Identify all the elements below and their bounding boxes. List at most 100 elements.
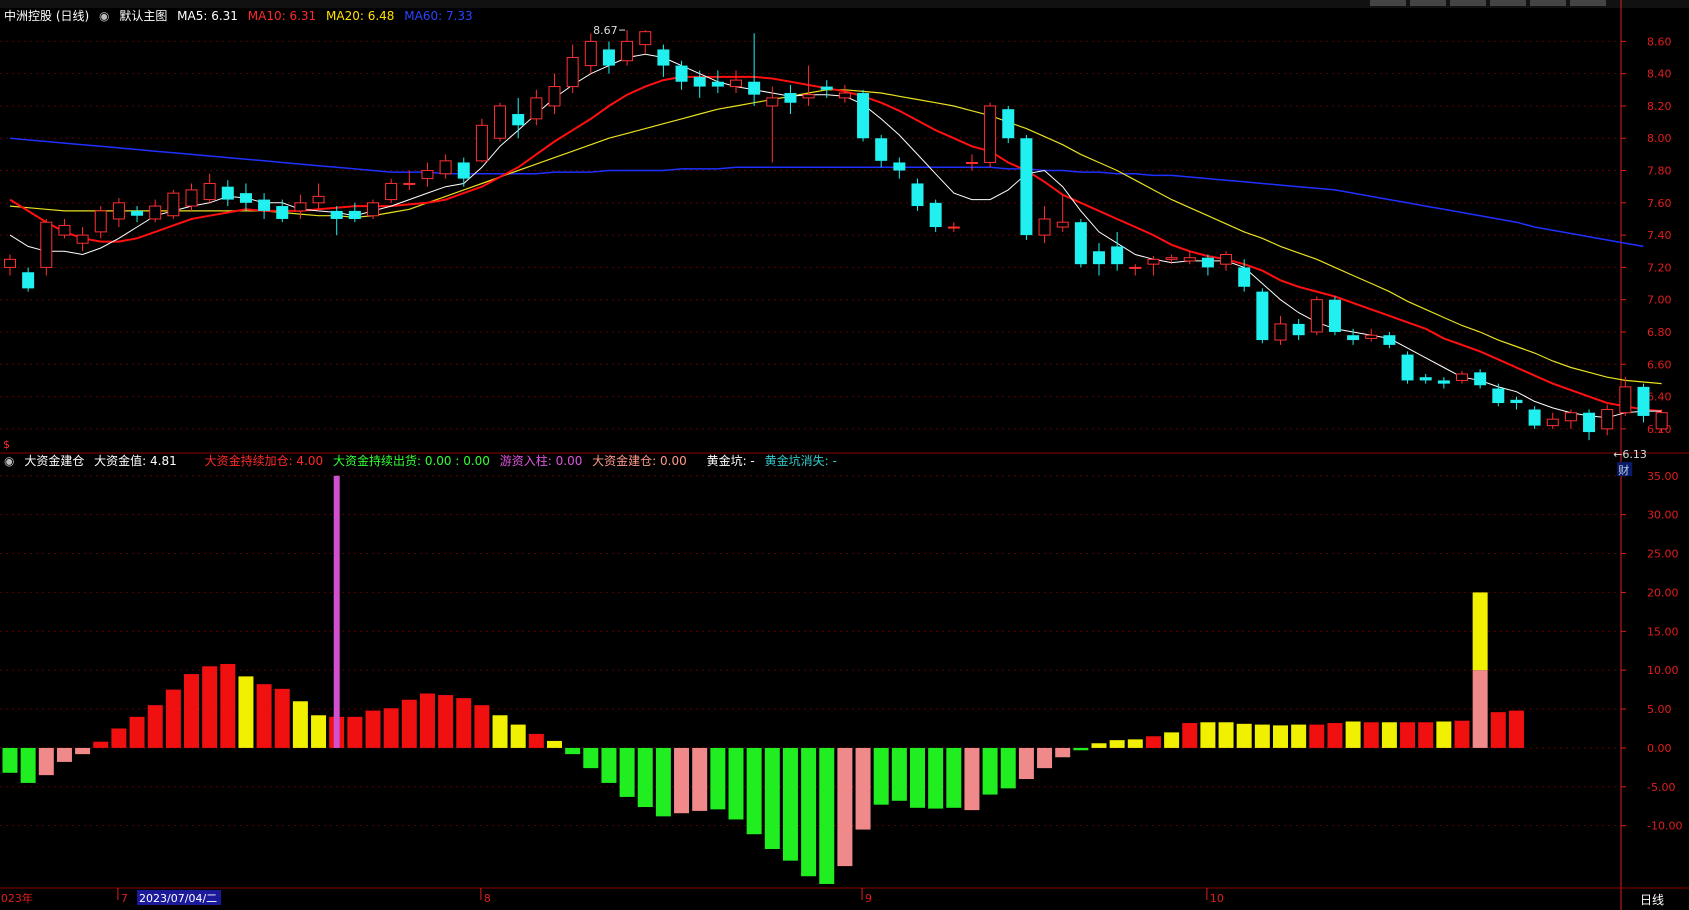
candle-body [693, 76, 706, 87]
candle-body [403, 182, 416, 185]
candle-body [239, 193, 252, 203]
stock-title[interactable]: 中洲控股 (日线) [4, 9, 89, 23]
indicator-bar [819, 747, 835, 884]
candle-body [330, 210, 343, 219]
candle-body [294, 202, 307, 212]
price-tick-label: 6.60 [1647, 358, 1672, 371]
candle-body [584, 40, 597, 67]
indicator-bar [1273, 725, 1288, 748]
candle-body [348, 210, 361, 219]
indicator-bar [1018, 747, 1034, 780]
price-tick-label: 7.00 [1647, 294, 1672, 307]
candle [1020, 135, 1033, 240]
candle-body [911, 183, 924, 207]
candle-body [1401, 354, 1414, 381]
candle-body [1020, 138, 1033, 236]
indicator-bar [1037, 747, 1053, 769]
candle-body [1510, 399, 1523, 404]
candle [1383, 331, 1396, 349]
sub-tick-label: -10.00 [1647, 820, 1682, 833]
candle [1528, 406, 1541, 429]
candle [367, 199, 379, 219]
indicator-bar [1055, 747, 1071, 758]
candle-body [1347, 335, 1360, 341]
candle-body [947, 226, 960, 229]
candle [4, 254, 16, 276]
candle-body [766, 97, 779, 107]
candle [58, 218, 71, 239]
candle-body [1147, 258, 1160, 265]
candle [947, 222, 960, 232]
candle [494, 102, 507, 142]
indicator-bar [365, 710, 381, 748]
candle-body [929, 202, 942, 228]
candle-body [149, 205, 162, 220]
candle-body [1564, 412, 1577, 422]
candle [548, 73, 561, 115]
candle [1474, 369, 1487, 389]
candle [1492, 383, 1505, 407]
sub-tick-label: -5.00 [1647, 781, 1675, 794]
indicator-bar [1418, 722, 1434, 748]
candle [112, 197, 125, 228]
ma5-label: MA5: 6.31 [177, 9, 238, 23]
indicator-bar [674, 747, 690, 814]
candle-body [131, 210, 144, 216]
indicator-bar [202, 666, 218, 748]
candle [965, 154, 978, 171]
indicator-bar [1218, 722, 1234, 748]
sub-legend: ◉ 大资金建仓 大资金值: 4.81 大资金持续加仓: 4.00 大资金持续出货… [4, 454, 843, 468]
candle [530, 89, 543, 126]
candle [421, 162, 434, 187]
candle-body [1038, 218, 1051, 236]
high-label: 8.67 [593, 24, 618, 37]
indicator-bar [129, 716, 145, 748]
indicator-bar [764, 747, 780, 850]
candle [294, 194, 307, 219]
indicator-bar [547, 740, 562, 748]
candle-body [1183, 257, 1196, 262]
candle-body [639, 31, 652, 46]
indicator-bar [20, 747, 36, 783]
indicator-name[interactable]: 大资金建仓 [24, 454, 84, 468]
candle [258, 193, 271, 219]
candle [602, 41, 615, 74]
dropdown-icon[interactable]: ◉ [99, 9, 109, 23]
candle [911, 178, 924, 211]
candle [167, 189, 180, 219]
indicator-bar [1164, 732, 1180, 748]
candle-body [1637, 386, 1650, 416]
period-button[interactable]: 日线 [1640, 891, 1664, 908]
indicator-bar [964, 747, 980, 811]
indicator-bar [383, 708, 399, 748]
ma10-label: MA10: 6.31 [247, 9, 317, 23]
date-label: 9 [865, 892, 872, 905]
indicator-bar [1109, 740, 1125, 748]
indicator-bar [583, 747, 599, 769]
main-legend: 中洲控股 (日线) ◉ 默认主图 MA5: 6.31 MA10: 6.31 MA… [4, 9, 479, 23]
candle-body [1310, 299, 1323, 333]
candle [439, 154, 452, 179]
indicator-bar [38, 747, 54, 776]
candle-body [1655, 412, 1668, 430]
candle-body [1002, 109, 1015, 139]
candle [929, 199, 942, 232]
price-tick-label: 7.40 [1647, 229, 1672, 242]
sub-label-hot: 游资入柱: 0.00 [499, 454, 583, 468]
candle [1292, 319, 1305, 341]
indicator-bar [510, 724, 526, 748]
indicator-bar [419, 693, 435, 748]
indicator-bar [1127, 739, 1143, 748]
candle-body [312, 195, 325, 204]
candle [1256, 288, 1269, 344]
template-name[interactable]: 默认主图 [119, 9, 167, 23]
candle-body [784, 93, 797, 103]
candle [1310, 296, 1323, 336]
collapse-icon[interactable]: ◉ [4, 454, 14, 468]
candle-body [602, 49, 615, 66]
candle-body [711, 81, 724, 87]
candle-body [1292, 323, 1305, 336]
candle-body [185, 189, 198, 207]
candle [1056, 194, 1069, 232]
indicator-bar [456, 698, 472, 748]
